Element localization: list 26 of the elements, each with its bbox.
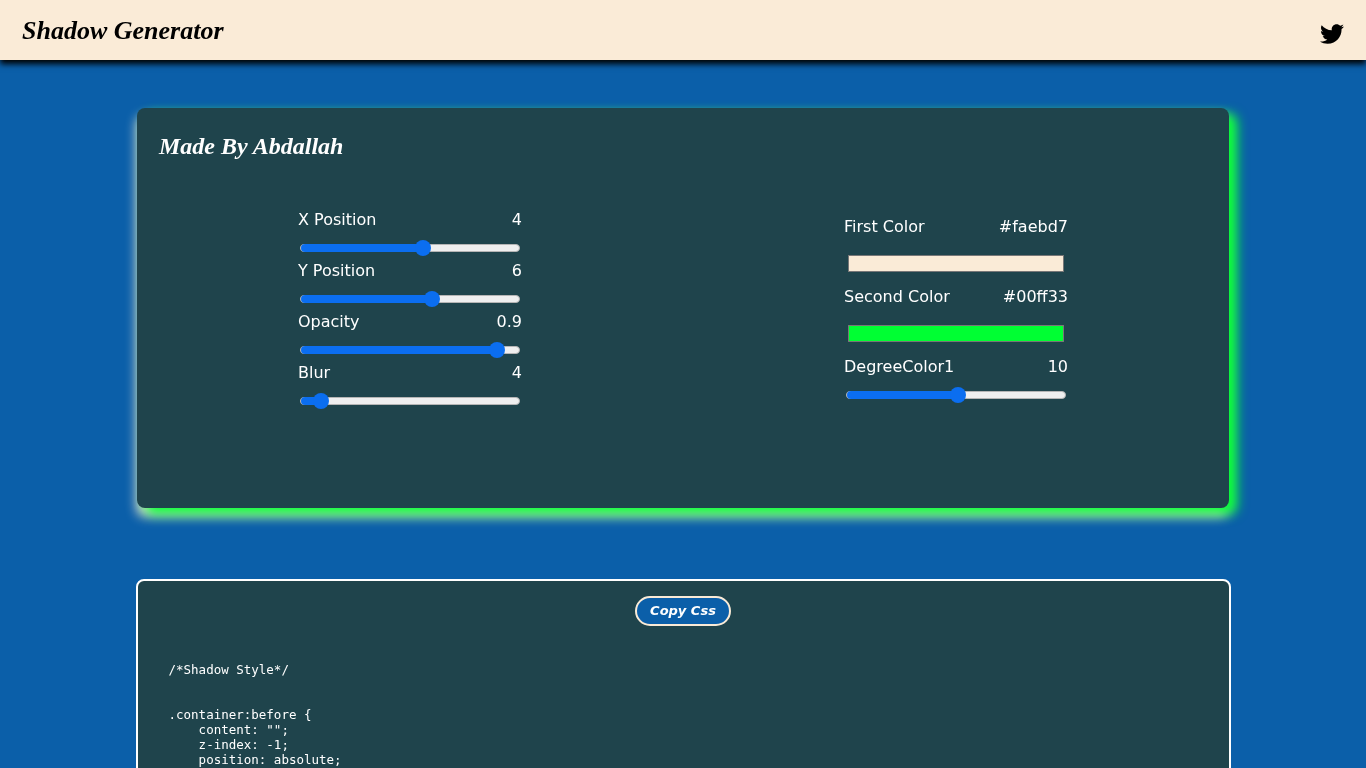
slider-thumb[interactable] <box>415 240 432 256</box>
slider-thumb[interactable] <box>423 291 440 307</box>
control-value: #00ff33 <box>1002 286 1068 308</box>
bird-icon[interactable] <box>1320 22 1344 46</box>
control-label: Second Color <box>844 286 950 308</box>
control-value: 0.9 <box>496 311 522 333</box>
color-swatch[interactable] <box>848 255 1064 272</box>
slider-thumb[interactable] <box>950 387 967 403</box>
control-value: #faebd7 <box>998 216 1068 238</box>
slider-thumb[interactable] <box>489 342 506 358</box>
slider-thumb[interactable] <box>312 393 329 409</box>
card-title: Made By Abdallah <box>159 132 345 161</box>
control-label: Blur <box>298 362 331 384</box>
css-code: /*Shadow Style*/ .container:before { content: ""; z-index: -1; position: absolute; <box>168 662 343 767</box>
color-swatch[interactable] <box>848 325 1064 342</box>
control-label: Opacity <box>298 311 360 333</box>
control-label: X Position <box>298 209 377 231</box>
control-value: 6 <box>511 260 522 282</box>
app-title: Shadow Generator <box>22 14 224 47</box>
control-value: 4 <box>511 209 522 231</box>
control-label: Y Position <box>298 260 376 282</box>
control-value: 10 <box>1047 356 1068 378</box>
control-label: First Color <box>844 216 925 238</box>
control-label: DegreeColor1 <box>844 356 955 378</box>
copy-css-button[interactable]: Copy Css <box>635 596 731 626</box>
control-value: 4 <box>511 362 522 384</box>
